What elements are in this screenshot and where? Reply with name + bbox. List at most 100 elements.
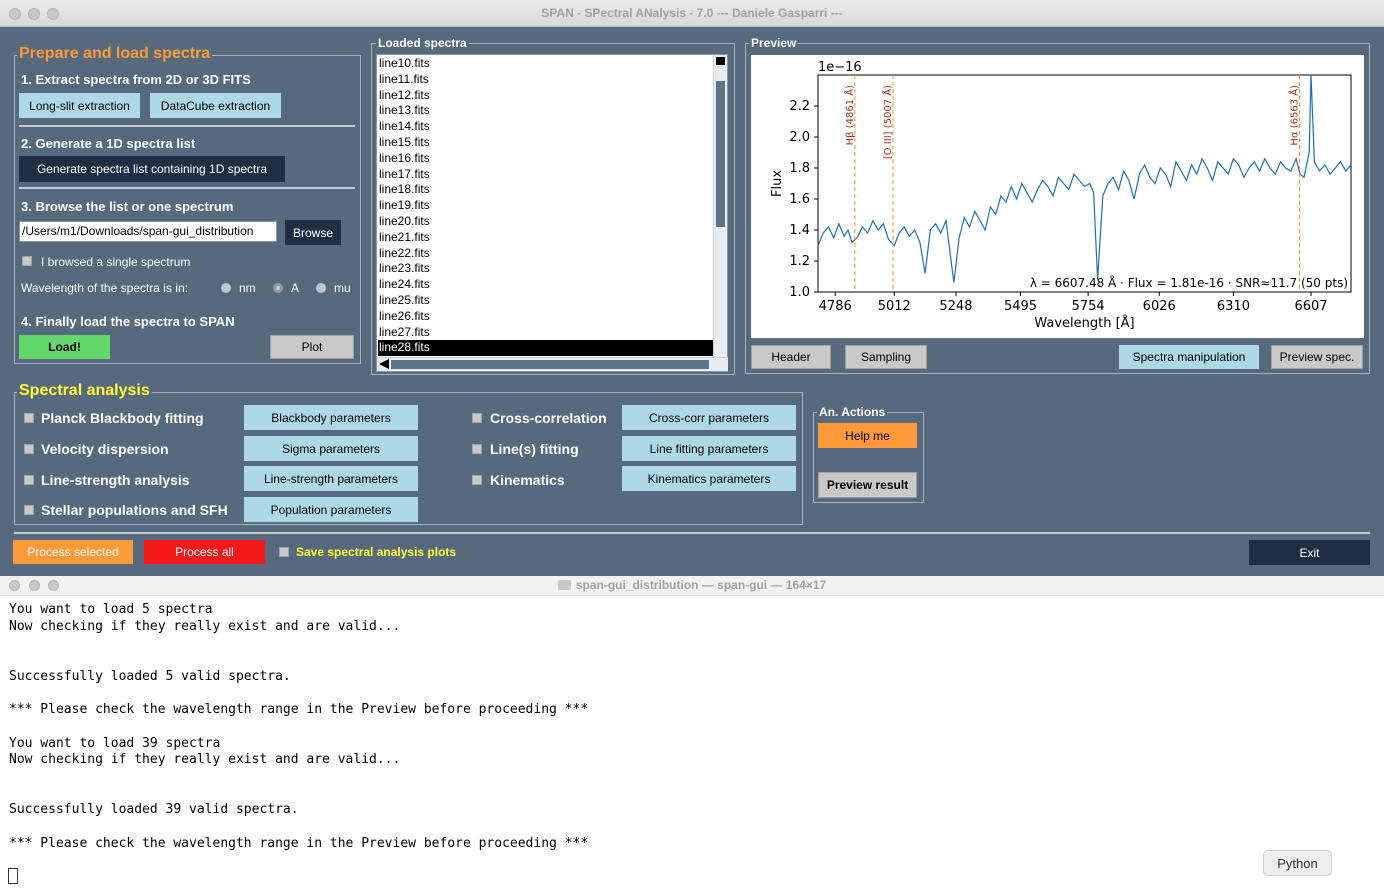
unit-nm-radio[interactable] bbox=[221, 283, 231, 293]
help-me-button[interactable]: Help me bbox=[818, 423, 917, 448]
blackbody-checkbox[interactable] bbox=[24, 413, 34, 423]
header-button[interactable]: Header bbox=[751, 345, 831, 369]
terminal-line: Now checking if they really exist and ar… bbox=[9, 618, 401, 634]
cursor-readout-annotation: λ = 6607.48 Å · Flux = 1.81e-16 · SNR≈11… bbox=[1030, 275, 1348, 290]
terminal-line: Now checking if they really exist and ar… bbox=[9, 752, 401, 768]
single-spectrum-checkbox[interactable] bbox=[22, 256, 32, 266]
exit-button[interactable]: Exit bbox=[1249, 540, 1370, 565]
hscrollbar-thumb[interactable] bbox=[391, 360, 709, 369]
path-input[interactable]: /Users/m1/Downloads/span-gui_distributio… bbox=[19, 221, 277, 242]
line-strength-label: Line-strength analysis bbox=[41, 472, 190, 488]
cross-corr-parameters-button[interactable]: Cross-corr parameters bbox=[622, 405, 796, 430]
emission-line-label: Hα (6563 Å) bbox=[1288, 85, 1301, 146]
preview-spec-button[interactable]: Preview spec. bbox=[1271, 345, 1363, 369]
velocity-dispersion-checkbox[interactable] bbox=[24, 444, 34, 454]
plot-button[interactable]: Plot bbox=[270, 335, 354, 359]
spectrum-list-item[interactable]: line20.fits bbox=[378, 214, 714, 230]
loaded-spectra-title: Loaded spectra bbox=[376, 36, 469, 50]
spectrum-list-item[interactable]: line26.fits bbox=[378, 309, 714, 325]
preview-plot: Hβ (4861 Å) [O III] (5007 Å) Hα (6563 Å) 47… bbox=[751, 55, 1364, 338]
spectrum-list-item[interactable]: line25.fits bbox=[378, 293, 714, 309]
x-tick-label: 5012 bbox=[878, 299, 911, 314]
terminal-window: span-gui_distribution — span-gui — 164×1… bbox=[0, 576, 1384, 888]
spectra-listbox[interactable]: line10.fits line11.fits line12.fits line13.… bbox=[376, 54, 728, 372]
spectrum-list-item[interactable]: line18.fits bbox=[378, 182, 714, 198]
x-tick-label: 5754 bbox=[1072, 299, 1105, 314]
spectrum-chart: Hβ (4861 Å) [O III] (5007 Å) Hα (6563 Å) 47… bbox=[770, 60, 1352, 331]
generate-spectra-list-button[interactable]: Generate spectra list containing 1D spec… bbox=[19, 156, 285, 182]
x-tick-label: 6026 bbox=[1143, 299, 1176, 314]
process-selected-button[interactable]: Process selected bbox=[13, 540, 133, 564]
line-strength-checkbox[interactable] bbox=[24, 475, 34, 485]
terminal-titlebar: span-gui_distribution — span-gui — 164×1… bbox=[0, 576, 1384, 596]
spectrum-list-item[interactable]: line27.fits bbox=[378, 325, 714, 341]
unit-nm-label: nm bbox=[239, 281, 256, 295]
spectrum-list-item[interactable]: line16.fits bbox=[378, 151, 714, 167]
y-tick-label: 1.0 bbox=[789, 285, 810, 300]
spectrum-list-item[interactable]: line10.fits bbox=[378, 56, 714, 72]
spectrum-list-item[interactable]: line19.fits bbox=[378, 198, 714, 214]
load-button[interactable]: Load! bbox=[19, 335, 110, 359]
list-vertical-scrollbar[interactable] bbox=[713, 55, 727, 357]
emission-line-label: [O III] (5007 Å) bbox=[881, 85, 894, 159]
scroll-left-arrow-icon[interactable] bbox=[379, 359, 389, 369]
spectrum-list-item[interactable]: line11.fits bbox=[378, 72, 714, 88]
line-strength-parameters-button[interactable]: Line-strength parameters bbox=[244, 466, 418, 491]
x-axis-label: Wavelength [Å] bbox=[1034, 315, 1134, 331]
y-tick-label: 1.2 bbox=[789, 254, 810, 269]
longslit-extraction-button[interactable]: Long-slit extraction bbox=[19, 93, 140, 118]
an-actions-title: An. Actions bbox=[817, 405, 888, 419]
population-parameters-button[interactable]: Population parameters bbox=[244, 497, 418, 522]
unit-mu-radio[interactable] bbox=[316, 283, 326, 293]
spectrum-list-item[interactable]: line14.fits bbox=[378, 119, 714, 135]
emission-line-label: Hβ (4861 Å) bbox=[843, 85, 856, 145]
list-horizontal-scrollbar[interactable] bbox=[377, 357, 728, 371]
unit-mu-label: mu bbox=[334, 281, 351, 295]
spectrum-list-item[interactable]: line17.fits bbox=[378, 167, 714, 183]
terminal-line: You want to load 39 spectra bbox=[9, 735, 221, 751]
spectrum-list-item[interactable]: line28.fits bbox=[378, 340, 714, 357]
save-plots-checkbox[interactable] bbox=[279, 547, 289, 557]
terminal-title: span-gui_distribution — span-gui — 164×1… bbox=[0, 578, 1384, 592]
process-all-button[interactable]: Process all bbox=[144, 540, 265, 564]
velocity-dispersion-label: Velocity dispersion bbox=[41, 441, 169, 457]
terminal-title-text: span-gui_distribution — span-gui — 164×1… bbox=[575, 578, 827, 592]
cross-correlation-checkbox[interactable] bbox=[472, 413, 482, 423]
spectra-manipulation-button[interactable]: Spectra manipulation bbox=[1119, 345, 1259, 369]
scrollbar-thumb[interactable] bbox=[716, 81, 725, 227]
terminal-line: Successfully loaded 5 valid spectra. bbox=[9, 668, 291, 684]
kinematics-checkbox[interactable] bbox=[472, 475, 482, 485]
preview-title: Preview bbox=[749, 36, 799, 50]
spectrum-list-item[interactable]: line21.fits bbox=[378, 230, 714, 246]
sampling-button[interactable]: Sampling bbox=[845, 345, 927, 369]
spectrum-list-item[interactable]: line23.fits bbox=[378, 261, 714, 277]
x-tick-label: 4786 bbox=[819, 299, 852, 314]
datacube-extraction-button[interactable]: DataCube extraction bbox=[150, 93, 281, 118]
divider bbox=[19, 187, 355, 189]
stellar-populations-checkbox[interactable] bbox=[24, 505, 34, 515]
span-window: SPAN - SPectral ANalysis - 7.0 --- Danie… bbox=[0, 0, 1384, 576]
kinematics-label: Kinematics bbox=[490, 472, 565, 488]
scroll-up-arrow-icon[interactable] bbox=[716, 57, 725, 65]
line-fitting-parameters-button[interactable]: Line fitting parameters bbox=[622, 436, 796, 461]
prepare-frame-title: Prepare and load spectra bbox=[17, 45, 213, 63]
kinematics-parameters-button[interactable]: Kinematics parameters bbox=[622, 466, 796, 491]
browse-button[interactable]: Browse bbox=[285, 220, 341, 245]
unit-a-radio[interactable] bbox=[273, 283, 283, 293]
line-fitting-checkbox[interactable] bbox=[472, 444, 482, 454]
spectrum-list-item[interactable]: line15.fits bbox=[378, 135, 714, 151]
blackbody-label: Planck Blackbody fitting bbox=[41, 410, 204, 426]
window-titlebar: SPAN - SPectral ANalysis - 7.0 --- Danie… bbox=[0, 0, 1384, 27]
spectrum-list-item[interactable]: line24.fits bbox=[378, 277, 714, 293]
sigma-parameters-button[interactable]: Sigma parameters bbox=[244, 436, 418, 461]
python-tooltip: Python bbox=[1263, 850, 1332, 876]
y-scale-label: 1e−16 bbox=[818, 60, 862, 75]
blackbody-parameters-button[interactable]: Blackbody parameters bbox=[244, 405, 418, 430]
y-tick-label: 2.2 bbox=[789, 99, 810, 114]
spectrum-list-item[interactable]: line22.fits bbox=[378, 246, 714, 262]
spectrum-list-item[interactable]: line13.fits bbox=[378, 103, 714, 119]
spectrum-list-item[interactable]: line12.fits bbox=[378, 88, 714, 104]
terminal-line: Successfully loaded 39 valid spectra. bbox=[9, 802, 299, 818]
preview-result-button[interactable]: Preview result bbox=[818, 472, 917, 498]
x-tick-label: 6310 bbox=[1217, 299, 1250, 314]
